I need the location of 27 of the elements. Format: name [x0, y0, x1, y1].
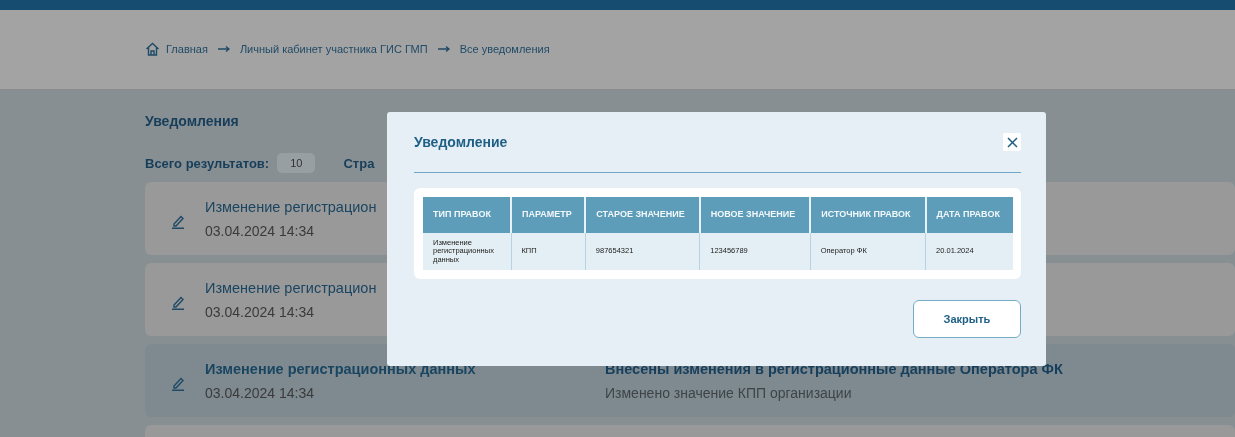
column-header: ПАРАМЕТР: [511, 197, 586, 233]
home-icon[interactable]: [145, 41, 160, 56]
column-header: ДАТА ПРАВОК: [925, 197, 1013, 233]
dialog-title: Уведомление: [414, 134, 508, 150]
notification-title: Изменение регистрацион: [205, 279, 377, 296]
page-title: Уведомления: [145, 113, 240, 129]
close-dialog-button[interactable]: Закрыть: [913, 299, 1021, 338]
column-header: ИСТОЧНИК ПРАВОК: [810, 197, 926, 233]
notification-date: 03.04.2024 14:34: [205, 384, 314, 401]
close-icon: [1006, 136, 1018, 148]
breadcrumb-link[interactable]: Личный кабинет участника ГИС ГМП: [239, 42, 428, 55]
close-button[interactable]: [1003, 133, 1021, 151]
column-header: ТИП ПРАВОК: [423, 197, 511, 233]
notification-title: Изменение регистрацион: [205, 198, 377, 215]
notification-date: 03.04.2024 14:34: [205, 222, 314, 239]
results-label: Всего результатов:: [145, 155, 270, 171]
breadcrumb-link[interactable]: Главная: [166, 42, 208, 55]
arrow-icon: [437, 45, 450, 52]
arrow-icon: [217, 45, 230, 52]
column-header: НОВОЕ ЗНАЧЕНИЕ: [699, 197, 811, 233]
breadcrumb-link[interactable]: Все уведомления: [459, 42, 550, 55]
pages-label: Стра: [343, 155, 375, 171]
notification-date: 03.04.2024 14:34: [205, 303, 314, 320]
notification-message: Изменено значение КПП организации: [605, 384, 852, 401]
column-header: СТАРОЕ ЗНАЧЕНИЕ: [585, 197, 700, 233]
notification-title: Изменение регистрационных данных: [205, 360, 476, 377]
results-count: 10: [277, 153, 316, 173]
